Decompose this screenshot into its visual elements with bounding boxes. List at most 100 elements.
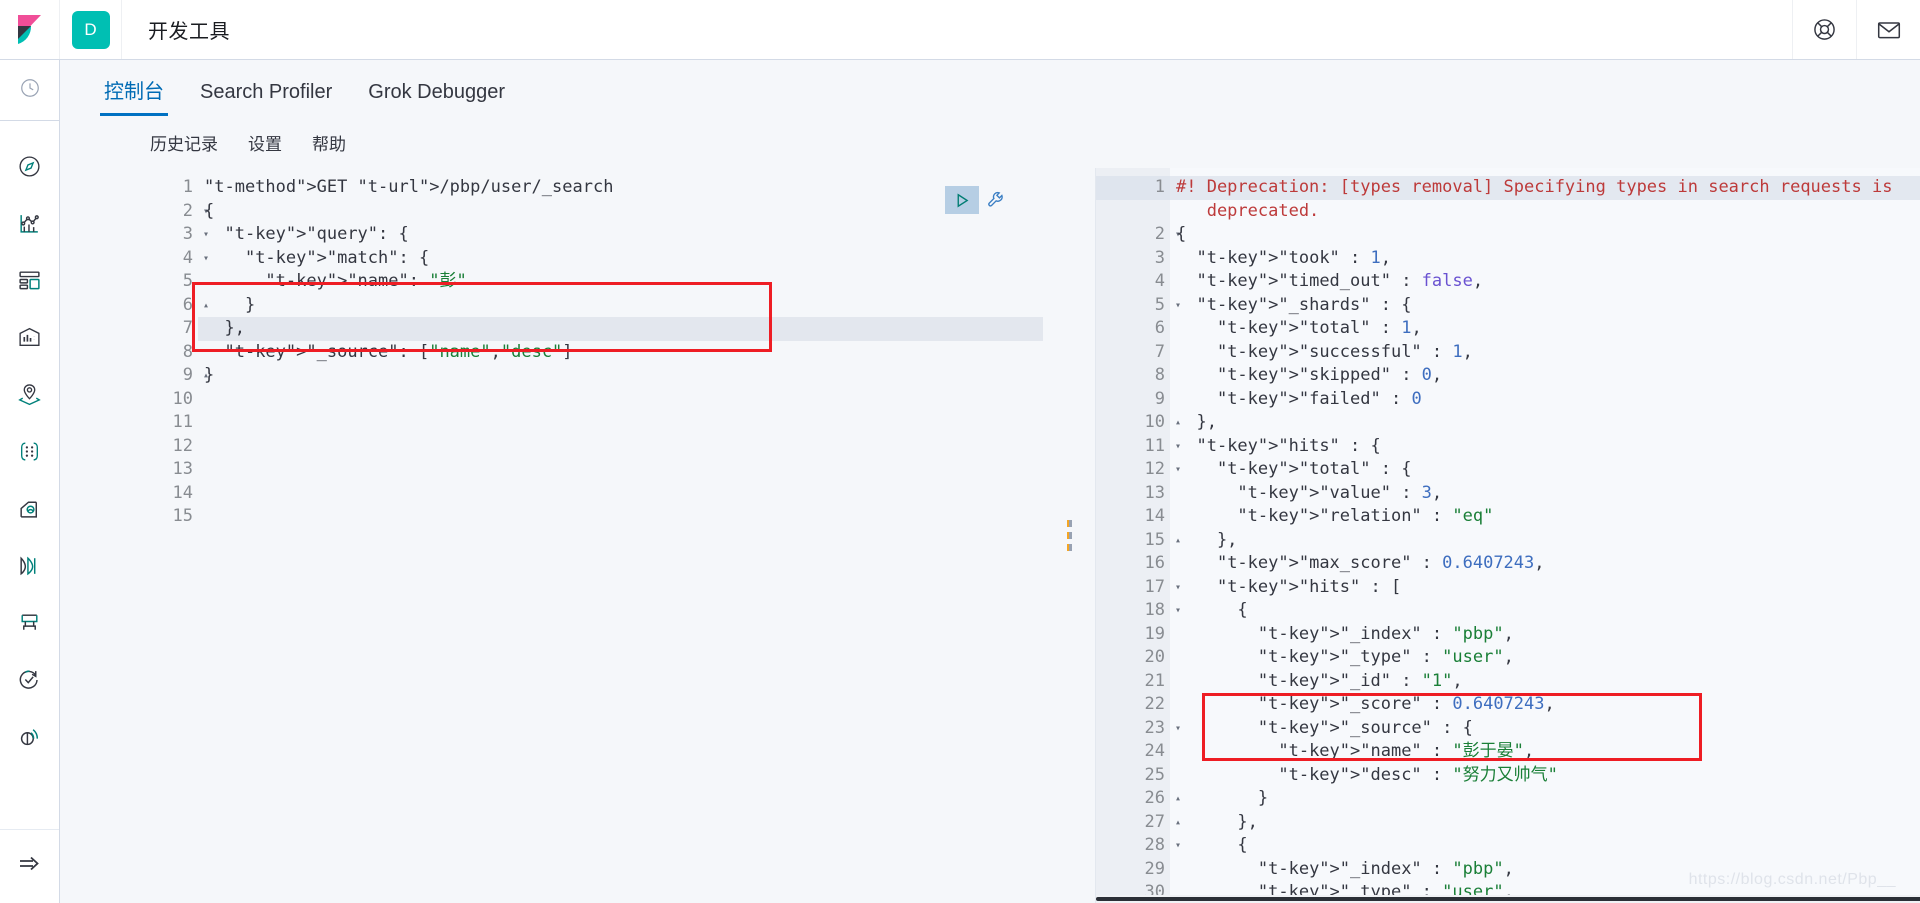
sidebar-item-machine-learning[interactable]	[12, 436, 48, 472]
line-number: 4 ▾	[138, 247, 209, 271]
line-number: 24	[1144, 741, 1165, 761]
code-line: {	[204, 200, 215, 221]
sidebar-item-logs[interactable]	[12, 550, 48, 586]
code-line: {	[1176, 224, 1187, 244]
recently-viewed-button[interactable]	[0, 60, 59, 121]
console-request-editor[interactable]: 1 2▾3▾4▾5 6▴7▴89▴10 11 12 13 14 15 "t-method">G…	[138, 168, 1043, 903]
console-panes: 12▾3▾4▾56▴7▴89▴101112131415 "t-method">G…	[60, 168, 1920, 903]
response-pane: 1 2 ▾ 3 4 5 ▾ 6 7 8 9 10 ▴ 11 ▾ 12 ▾ 13 14 15 ▴ 16 17 ▾ 18 ▾ 19 20 2…	[1095, 168, 1920, 903]
code-line: "t-key">"name" : "彭于晏",	[1278, 741, 1535, 761]
apm-icon	[17, 610, 42, 640]
sidebar-item-maps[interactable]	[12, 379, 48, 415]
code-line: #! Deprecation: [types removal] Specifyi…	[1170, 176, 1920, 200]
line-number: 19	[1144, 623, 1165, 644]
line-number: 1	[182, 177, 193, 197]
sidebar-item-dashboard[interactable]	[12, 265, 48, 301]
line-number: 10 ▴	[1096, 411, 1181, 435]
line-number: 5 ▾	[1096, 294, 1181, 318]
line-number: 20	[1144, 647, 1165, 667]
sidebar-item-infrastructure[interactable]	[12, 493, 48, 529]
code-line: "t-key">"query": {	[224, 224, 409, 244]
code-line: "t-key">"match": {	[244, 247, 430, 268]
send-request-button[interactable]	[945, 186, 979, 214]
code-line: "t-key">"timed_out" : false,	[1196, 271, 1484, 291]
line-number: 29	[1144, 858, 1165, 879]
primary-nav-rail	[0, 60, 60, 903]
sidebar-item-uptime[interactable]	[12, 664, 48, 700]
code-line: "t-key">"hits" : {	[1196, 435, 1381, 456]
watermark-text: https://blog.csdn.net/Pbp__	[1688, 871, 1896, 888]
submenu-history[interactable]: 历史记录	[150, 130, 218, 155]
sidebar-item-visualize[interactable]	[12, 208, 48, 244]
code-line: "t-key">"_shards" : {	[1196, 294, 1412, 315]
sidebar-item-canvas[interactable]	[12, 322, 48, 358]
nav-collapse-button[interactable]	[0, 829, 59, 903]
submenu-help[interactable]: 帮助	[312, 130, 346, 155]
line-number: 15 ▴	[1096, 529, 1181, 553]
tab-search-profiler[interactable]: Search Profiler	[182, 82, 350, 116]
infrastructure-icon	[17, 496, 42, 526]
line-number: 2 ▾	[138, 200, 209, 224]
editor-actions	[945, 186, 1007, 214]
tab-console[interactable]: 控制台	[86, 82, 182, 116]
main-content: 控制台 Search Profiler Grok Debugger 历史记录 设…	[60, 60, 1920, 903]
dashboard-icon	[17, 268, 42, 298]
code-line: "t-key">"skipped" : 0,	[1216, 365, 1443, 385]
code-line: "t-key">"failed" : 0	[1216, 388, 1422, 409]
console-submenu: 历史记录 设置 帮助	[60, 116, 1920, 168]
response-horizontal-scrollbar[interactable]	[1096, 895, 1920, 903]
pane-splitter[interactable]	[1043, 168, 1095, 903]
code-line: "t-key">"hits" : [	[1216, 576, 1402, 597]
code-line: "t-key">"_type" : "user",	[1257, 647, 1514, 667]
line-number: 7▴	[138, 317, 209, 341]
line-number: 26 ▴	[1096, 787, 1181, 811]
line-number: 14	[172, 482, 193, 503]
code-line: {	[1176, 600, 1248, 620]
request-content[interactable]: "t-method">GET "t-url">/pbp/user/_search…	[198, 168, 1043, 903]
code-line: "t-key">"_index" : "pbp",	[1257, 623, 1514, 644]
line-number: 10	[172, 388, 193, 409]
mail-icon[interactable]	[1856, 0, 1920, 59]
nav-items	[12, 121, 48, 829]
code-line: "t-method">GET "t-url">/pbp/user/_search	[204, 177, 614, 197]
maps-pin-layers-icon	[17, 382, 42, 412]
line-number: 28 ▾	[1096, 834, 1181, 858]
canvas-icon	[17, 325, 42, 355]
sidebar-item-siem[interactable]	[12, 721, 48, 757]
lifebuoy-icon[interactable]	[1792, 0, 1856, 59]
tab-grok-debugger[interactable]: Grok Debugger	[350, 82, 523, 116]
line-number: 6	[1154, 318, 1165, 338]
submenu-settings[interactable]: 设置	[248, 130, 282, 155]
machine-learning-icon	[17, 439, 42, 469]
line-number: 14	[1144, 506, 1165, 526]
sidebar-item-apm[interactable]	[12, 607, 48, 643]
line-number: 4	[1154, 271, 1165, 291]
line-number: 27 ▴	[1096, 811, 1181, 835]
line-number: 3	[1154, 247, 1165, 268]
response-gutter: 1 2 ▾ 3 4 5 ▾ 6 7 8 9 10 ▴ 11 ▾ 12 ▾ 13 14 15 ▴ 16 17 ▾ 18 ▾ 19 20 2…	[1096, 168, 1181, 903]
response-content[interactable]: #! Deprecation: [types removal] Specifyi…	[1170, 168, 1920, 903]
line-number: 1	[1096, 176, 1170, 200]
line-number: 21	[1144, 670, 1165, 691]
line-number: 11 ▾	[1096, 435, 1181, 459]
line-number: 22	[1144, 694, 1165, 714]
code-line: },	[1176, 412, 1217, 432]
code-line: "t-key">"took" : 1,	[1196, 247, 1391, 268]
line-number: 25	[1144, 764, 1165, 785]
sidebar-item-discover[interactable]	[12, 151, 48, 187]
page-title: 开发工具	[148, 21, 230, 43]
code-line: }	[204, 294, 256, 315]
code-line: "t-key">"successful" : 1,	[1216, 341, 1473, 362]
app-badge[interactable]: D	[60, 0, 122, 59]
wrench-icon[interactable]	[985, 189, 1007, 211]
console-response-editor[interactable]: 1 2 ▾ 3 4 5 ▾ 6 7 8 9 10 ▴ 11 ▾ 12 ▾ 13 14 15 ▴ 16 17 ▾ 18 ▾ 19 20 2…	[1096, 168, 1920, 903]
kibana-logo-icon[interactable]	[0, 0, 60, 59]
clock-icon	[19, 77, 41, 104]
line-number: 8	[1154, 365, 1165, 385]
line-number: 15	[172, 506, 193, 526]
line-number: 7	[1154, 341, 1165, 362]
code-line: "t-key">"desc" : "努力又帅气"	[1278, 764, 1558, 785]
